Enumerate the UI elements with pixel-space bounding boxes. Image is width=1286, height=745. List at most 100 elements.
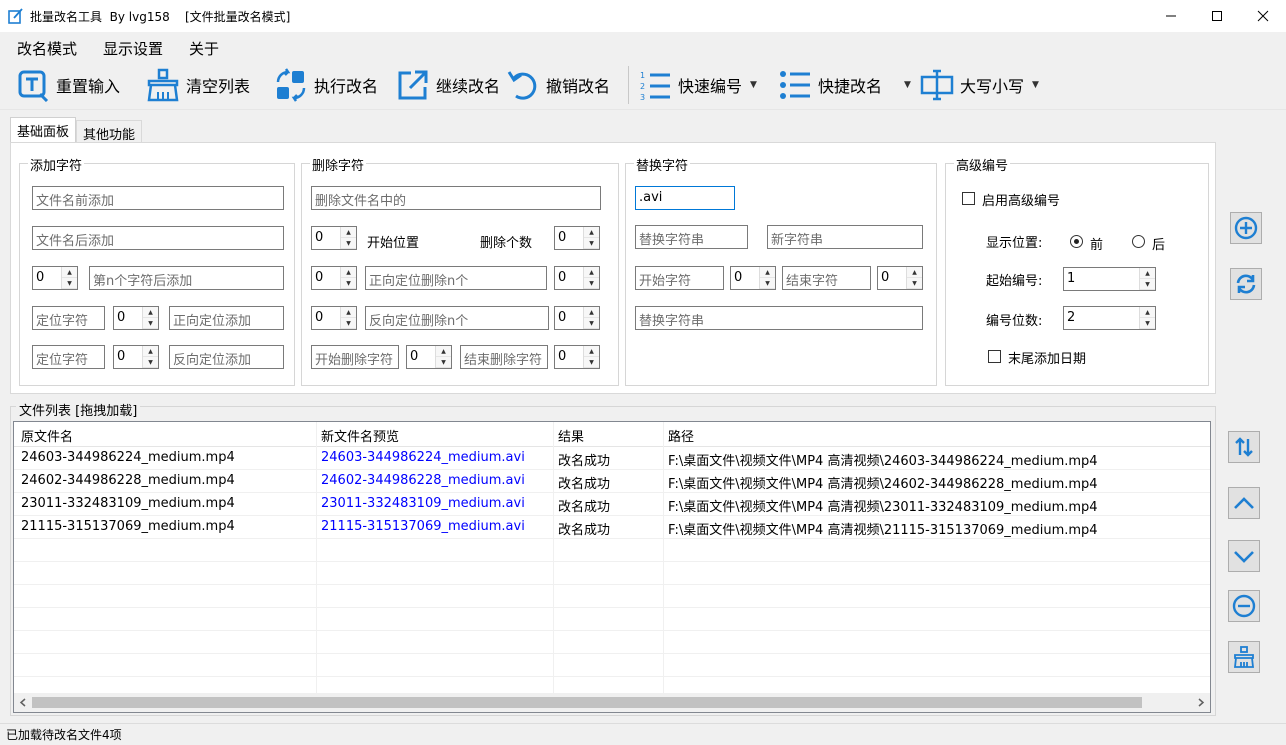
reverse-delete-count-stepper[interactable]: 0 ▲ ▼ [554,306,600,330]
table-row[interactable]: 24602-344986228_medium.mp4 24602-3449862… [14,470,1210,493]
prefix-input[interactable]: 文件名前添加 [32,186,284,210]
spin-down-icon[interactable]: ▼ [760,278,775,289]
spin-up-icon[interactable]: ▲ [341,267,356,278]
minimize-button[interactable] [1148,0,1194,32]
new-string-input[interactable]: 新字符串 [767,225,923,249]
replace-start-stepper[interactable]: 0 ▲ ▼ [730,266,776,290]
maximize-button[interactable] [1194,0,1240,32]
column-result[interactable]: 结果 [558,426,584,445]
spin-down-icon[interactable]: ▼ [584,238,599,249]
position-before-radio[interactable] [1070,235,1083,248]
spin-down-icon[interactable]: ▼ [341,238,356,249]
reverse-delete-stepper[interactable]: 0 ▲ ▼ [311,306,357,330]
spin-down-icon[interactable]: ▼ [907,278,922,289]
case-button[interactable]: 大写小写 ▼ [920,64,1039,106]
spin-down-icon[interactable]: ▼ [341,318,356,329]
spin-up-icon[interactable]: ▲ [760,267,775,278]
move-up-button[interactable] [1228,487,1260,519]
forward-delete-stepper[interactable]: 0 ▲ ▼ [311,266,357,290]
spin-up-icon[interactable]: ▲ [1140,307,1155,318]
spin-down-icon[interactable]: ▼ [584,318,599,329]
reverse-add-input[interactable]: 反向定位添加 [169,345,284,369]
menu-rename-mode[interactable]: 改名模式 [17,38,77,59]
quick-number-dropdown-icon[interactable]: ▼ [750,80,757,90]
quick-rename-button[interactable]: 快捷改名 ▼ [778,64,911,106]
table-row[interactable]: 21115-315137069_medium.mp4 21115-3151370… [14,516,1210,539]
suffix-input[interactable]: 文件名后添加 [32,226,284,250]
quick-number-button[interactable]: 1 2 3 快速编号 ▼ [638,64,757,106]
continue-rename-button[interactable]: 继续改名 [396,64,500,106]
locate-num-stepper-2[interactable]: 0 ▲ ▼ [113,345,159,369]
column-original-name[interactable]: 原文件名 [21,426,73,445]
spin-up-icon[interactable]: ▲ [1140,268,1155,279]
reset-input-button[interactable]: 重置输入 [16,64,120,106]
locate-num-stepper-1[interactable]: 0 ▲ ▼ [113,306,159,330]
spin-up-icon[interactable]: ▲ [584,267,599,278]
forward-delete-input[interactable]: 正向定位删除n个 [365,266,547,290]
spin-down-icon[interactable]: ▼ [584,278,599,289]
locate-char-input-1[interactable]: 定位字符 [32,306,105,330]
spin-up-icon[interactable]: ▲ [341,227,356,238]
table-row[interactable]: 23011-332483109_medium.mp4 23011-3324831… [14,493,1210,516]
spin-down-icon[interactable]: ▼ [341,278,356,289]
end-char-input[interactable]: 结束字符 [782,266,871,290]
spin-down-icon[interactable]: ▼ [436,357,451,368]
spin-up-icon[interactable]: ▲ [143,346,158,357]
add-button[interactable] [1230,212,1262,244]
reverse-delete-input[interactable]: 反向定位删除n个 [365,306,549,330]
spin-up-icon[interactable]: ▲ [341,307,356,318]
digit-count-stepper[interactable]: 2 ▲ ▼ [1063,306,1156,330]
end-delete-char-input[interactable]: 结束删除字符 [460,345,548,369]
locate-char-input-2[interactable]: 定位字符 [32,345,105,369]
replace-end-stepper[interactable]: 0 ▲ ▼ [877,266,923,290]
start-delete-char-stepper[interactable]: 0 ▲ ▼ [406,345,452,369]
sort-button[interactable] [1228,431,1260,463]
delete-count-stepper[interactable]: 0 ▲ ▼ [554,226,600,250]
scroll-right-icon[interactable] [1197,698,1205,707]
remove-button[interactable] [1228,590,1260,622]
spin-up-icon[interactable]: ▲ [436,346,451,357]
append-date-checkbox[interactable] [988,350,1001,363]
forward-delete-count-stepper[interactable]: 0 ▲ ▼ [554,266,600,290]
spin-down-icon[interactable]: ▼ [143,357,158,368]
nth-char-input[interactable]: 第n个字符后添加 [89,266,284,290]
tab-basic-panel[interactable]: 基础面板 [10,117,77,143]
position-after-radio[interactable] [1132,235,1145,248]
horizontal-scrollbar[interactable] [14,693,1210,712]
execute-rename-button[interactable]: 执行改名 [274,64,378,106]
column-new-name-preview[interactable]: 新文件名预览 [321,426,399,445]
spin-up-icon[interactable]: ▲ [584,346,599,357]
spin-up-icon[interactable]: ▲ [584,307,599,318]
delete-text-input[interactable]: 删除文件名中的 [311,186,601,210]
enable-advanced-checkbox[interactable] [962,192,975,205]
nth-position-stepper[interactable]: 0 ▲ ▼ [32,266,78,290]
replace-string-input-2[interactable]: 替换字符串 [635,306,923,330]
delete-start-stepper[interactable]: 0 ▲ ▼ [311,226,357,250]
spin-down-icon[interactable]: ▼ [62,278,77,289]
spin-up-icon[interactable]: ▲ [907,267,922,278]
menu-display-settings[interactable]: 显示设置 [103,38,163,59]
replace-string-input[interactable]: 替换字符串 [635,225,748,249]
spin-up-icon[interactable]: ▲ [584,227,599,238]
case-dropdown-icon[interactable]: ▼ [1032,80,1039,90]
menu-about[interactable]: 关于 [189,38,219,59]
quick-rename-dropdown-icon[interactable]: ▼ [904,80,911,90]
undo-rename-button[interactable]: 撤销改名 [506,64,610,106]
clear-list-button[interactable]: 清空列表 [146,64,250,106]
spin-down-icon[interactable]: ▼ [584,357,599,368]
spin-up-icon[interactable]: ▲ [62,267,77,278]
spin-down-icon[interactable]: ▼ [1140,318,1155,329]
refresh-button[interactable] [1230,268,1262,300]
spin-down-icon[interactable]: ▼ [143,318,158,329]
start-delete-char-input[interactable]: 开始删除字符 [311,345,399,369]
start-number-stepper[interactable]: 1 ▲ ▼ [1063,267,1156,291]
spin-up-icon[interactable]: ▲ [143,307,158,318]
scroll-left-icon[interactable] [19,698,27,707]
move-down-button[interactable] [1228,540,1260,572]
file-list[interactable]: 原文件名 新文件名预览 结果 路径 24603-344986224_medium… [13,421,1211,713]
table-row[interactable]: 24603-344986224_medium.mp4 24603-3449862… [14,447,1210,470]
clear-button[interactable] [1228,641,1260,673]
column-path[interactable]: 路径 [668,426,694,445]
spin-down-icon[interactable]: ▼ [1140,279,1155,290]
tab-other-functions[interactable]: 其他功能 [76,120,143,143]
